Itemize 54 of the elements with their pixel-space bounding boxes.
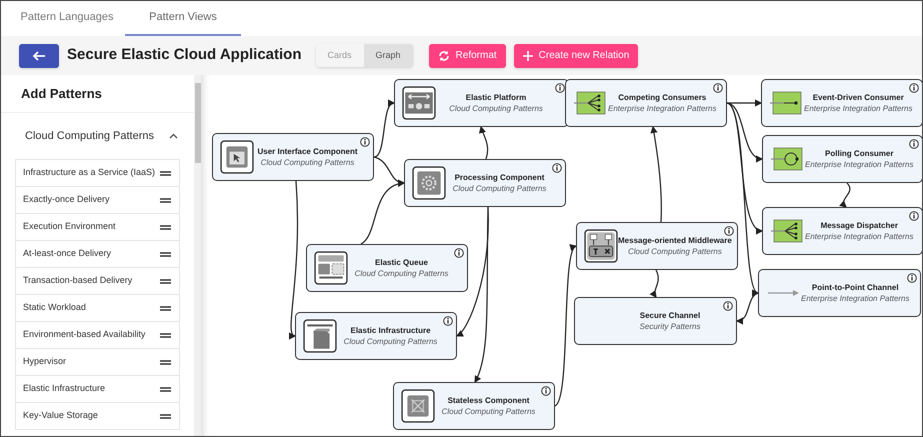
node-title: Polling Consumer — [825, 148, 894, 159]
node-category: Enterprise Integration Patterns — [801, 293, 910, 304]
node-title: Processing Component — [454, 172, 544, 183]
node-category: Enterprise Integration Patterns — [804, 103, 913, 114]
view-toggle-button[interactable]: Graph — [364, 44, 413, 67]
pattern-node[interactable]: Message-oriented Middleware Cloud Computing Patterns — [576, 222, 738, 270]
pattern-list-item[interactable]: Infrastructure as a Service (IaaS) — [15, 160, 180, 187]
node-category: Security Patterns — [640, 321, 700, 332]
tab[interactable]: Pattern Languages — [9, 1, 125, 36]
pattern-node[interactable]: Stateless Component Cloud Computing Patterns — [393, 382, 555, 430]
node-category: Cloud Computing Patterns — [452, 183, 546, 194]
pattern-node[interactable]: Elastic Platform Cloud Computing Patterns — [394, 79, 569, 127]
node-category: Cloud Computing Patterns — [354, 268, 448, 279]
pattern-node[interactable]: Secure Channel Security Patterns — [574, 297, 737, 345]
pattern-list-item[interactable]: Static Workload — [15, 295, 180, 322]
node-title: Stateless Component — [448, 395, 530, 406]
node-title: Competing Consumers — [618, 92, 706, 103]
node-category: Enterprise Integration Patterns — [805, 159, 914, 170]
view-title: Secure Elastic Cloud Application — [67, 45, 302, 66]
pattern-list-item[interactable]: At-least-once Delivery — [15, 241, 180, 268]
tab[interactable]: Pattern Views — [125, 1, 241, 36]
pattern-node[interactable]: User Interface Component Cloud Computing Patterns — [212, 133, 374, 181]
node-title: Elastic Platform — [466, 92, 526, 103]
node-title: Message Dispatcher — [820, 220, 898, 231]
node-category: Enterprise Integration Patterns — [608, 103, 717, 114]
pattern-node[interactable]: Event-Driven Consumer Enterprise Integration Patterns — [761, 79, 922, 127]
node-title: Secure Channel — [640, 310, 700, 321]
pattern-node[interactable]: Polling Consumer Enterprise Integration Patterns — [762, 135, 922, 183]
pattern-list-item[interactable]: Execution Environment — [15, 214, 180, 241]
node-category: Cloud Computing Patterns — [344, 336, 438, 347]
node-title: Message-oriented Middleware — [618, 235, 732, 246]
pattern-node[interactable]: Point-to-Point Channel Enterprise Integration Patterns — [758, 269, 921, 317]
node-category: Cloud Computing Patterns — [260, 157, 354, 168]
pattern-list-item[interactable]: Hypervisor — [15, 349, 180, 376]
node-title: User Interface Component — [257, 146, 358, 157]
node-title: Event-Driven Consumer — [812, 92, 904, 103]
node-title: Point-to-Point Channel — [812, 282, 899, 293]
pattern-list-item[interactable]: Elastic Infrastructure — [15, 376, 180, 403]
node-category: Cloud Computing Patterns — [628, 246, 722, 257]
pattern-node[interactable]: Elastic Queue Cloud Computing Patterns — [306, 244, 468, 292]
pattern-node[interactable]: Elastic Infrastructure Cloud Computing Patterns — [295, 312, 457, 360]
pattern-node[interactable]: Message Dispatcher Enterprise Integration Patterns — [762, 207, 922, 255]
pattern-node[interactable]: Processing Component Cloud Computing Patterns — [404, 159, 566, 207]
pattern-list-item[interactable]: Exactly-once Delivery — [15, 187, 180, 214]
node-title: Elastic Infrastructure — [350, 325, 431, 336]
category-header[interactable]: Cloud Computing Patterns — [1, 113, 194, 159]
pattern-node[interactable]: Competing Consumers Enterprise Integration Patterns — [565, 79, 727, 127]
pattern-list-item[interactable]: Environment-based Availability — [15, 322, 180, 349]
node-category: Cloud Computing Patterns — [442, 406, 536, 417]
node-title: Elastic Queue — [375, 257, 428, 268]
pattern-list-item[interactable]: Key-Value Storage — [15, 403, 180, 430]
node-category: Cloud Computing Patterns — [449, 103, 543, 114]
pattern-list-item[interactable]: Transaction-based Delivery — [15, 268, 180, 295]
node-category: Enterprise Integration Patterns — [805, 231, 914, 242]
